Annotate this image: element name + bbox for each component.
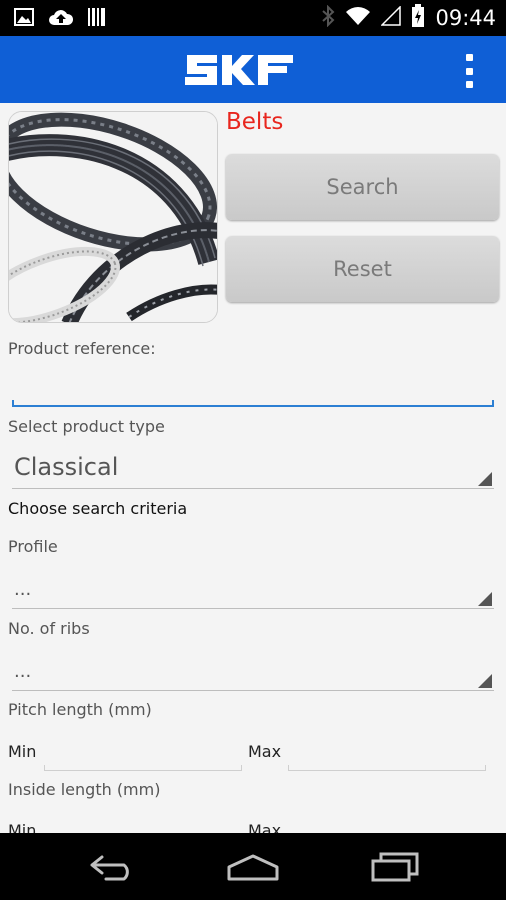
image-icon (14, 8, 34, 30)
signal-icon (380, 5, 402, 30)
back-icon[interactable] (83, 849, 143, 885)
ribs-label: No. of ribs (8, 619, 90, 638)
wifi-icon (345, 6, 371, 30)
navigation-bar (0, 833, 506, 900)
main-content: Belts Search Reset Product reference: Se… (0, 103, 506, 833)
reset-button[interactable]: Reset (226, 236, 499, 302)
pitch-length-label: Pitch length (mm) (8, 700, 152, 719)
status-bar: 09:44 (0, 0, 506, 36)
bluetooth-icon (321, 4, 335, 31)
dropdown-arrow-icon (478, 592, 492, 606)
pitch-max-input[interactable] (288, 741, 486, 771)
criteria-heading: Choose search criteria (8, 499, 188, 518)
inside-max-input[interactable] (288, 820, 486, 833)
product-type-value: Classical (14, 453, 119, 481)
barcode-icon (88, 7, 106, 31)
inside-max-label: Max (248, 821, 282, 833)
clock: 09:44 (435, 6, 496, 30)
belts-product-image (8, 111, 218, 323)
inside-min-input[interactable] (44, 820, 242, 833)
profile-label: Profile (8, 537, 58, 556)
pitch-min-input[interactable] (44, 741, 242, 771)
product-reference-input[interactable] (12, 377, 494, 407)
battery-icon (411, 4, 425, 32)
app-bar (0, 36, 506, 103)
cloud-upload-icon (48, 8, 74, 30)
skf-logo (183, 52, 295, 88)
home-icon[interactable] (223, 849, 283, 885)
product-type-spinner[interactable]: Classical (12, 449, 494, 489)
pitch-max-label: Max (248, 742, 282, 761)
category-title: Belts (226, 109, 284, 135)
notification-icons (14, 8, 106, 30)
profile-value: ... (14, 579, 32, 600)
inside-min-label: Min (8, 821, 37, 833)
product-type-label: Select product type (8, 417, 165, 436)
search-button[interactable]: Search (226, 154, 499, 220)
dropdown-arrow-icon (478, 472, 492, 486)
recent-apps-icon[interactable] (365, 849, 425, 885)
dropdown-arrow-icon (478, 674, 492, 688)
profile-spinner[interactable]: ... (12, 573, 494, 609)
pitch-min-label: Min (8, 742, 37, 761)
ribs-value: ... (14, 661, 32, 682)
product-reference-label: Product reference: (8, 339, 156, 358)
overflow-menu-icon[interactable] (464, 54, 474, 88)
inside-length-label: Inside length (mm) (8, 780, 161, 799)
ribs-spinner[interactable]: ... (12, 655, 494, 691)
system-icons: 09:44 (321, 4, 496, 32)
